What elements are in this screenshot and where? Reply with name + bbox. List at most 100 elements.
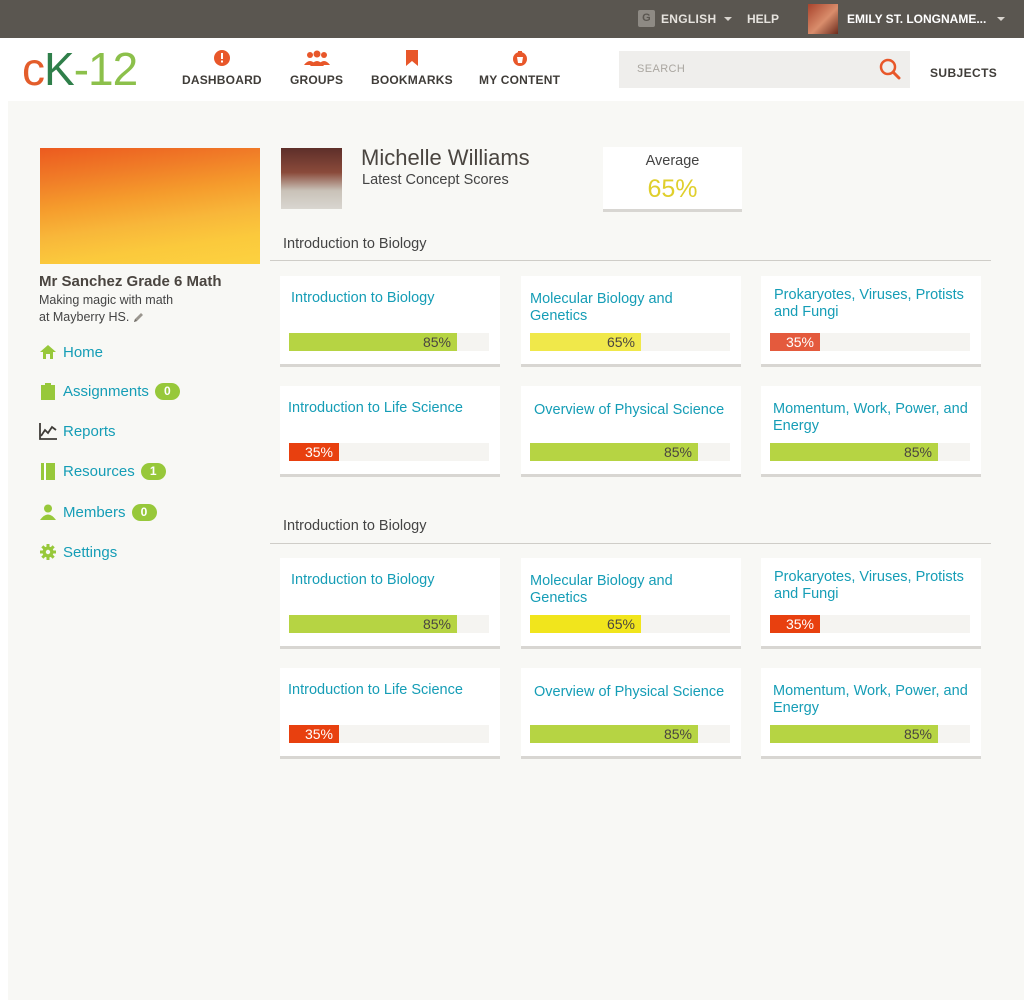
nav-my-content[interactable]: MY CONTENT [479,50,560,87]
score-bar-fill: 35% [770,615,820,633]
language-selector[interactable]: G ENGLISH [638,10,733,27]
concept-title[interactable]: Prokaryotes, Viruses, Protists and Fungi [774,287,974,321]
score-bar-track: 35% [289,443,489,461]
concept-card[interactable]: Prokaryotes, Viruses, Protists and Fungi… [761,558,981,649]
sidebar-item-resources[interactable]: Resources 1 [39,462,166,480]
translate-icon: G [638,10,655,27]
score-bar-fill: 35% [770,333,820,351]
score-percent: 85% [422,334,451,350]
concept-title[interactable]: Introduction to Life Science [288,400,488,417]
sidebar-item-assignments[interactable]: Assignments 0 [39,382,180,400]
concept-card[interactable]: Introduction to Biology 85% [280,558,500,649]
concept-card[interactable]: Momentum, Work, Power, and Energy 85% [761,668,981,759]
score-bar-fill: 35% [289,443,339,461]
score-percent: 85% [903,444,932,460]
bookmark-icon [405,50,418,66]
concept-card[interactable]: Overview of Physical Science 85% [521,668,741,759]
concept-title[interactable]: Momentum, Work, Power, and Energy [773,401,973,435]
score-bar-track: 85% [289,333,489,351]
concept-card[interactable]: Introduction to Biology 85% [280,276,500,367]
sidebar-item-label: Members [63,503,126,521]
section-title: Introduction to Biology [283,518,427,534]
sidebar-item-reports[interactable]: Reports [39,422,116,440]
top-utility-bar: G ENGLISH HELP EMILY ST. LONGNAME... [0,0,1024,38]
score-bar-track: 35% [289,725,489,743]
score-bar-fill: 65% [530,333,641,351]
search-box[interactable]: SEARCH [619,51,910,88]
pencil-icon[interactable] [132,311,145,324]
group-location: at Mayberry HS. [39,310,130,324]
score-bar-fill: 85% [770,443,938,461]
nav-dashboard[interactable]: DASHBOARD [182,50,262,87]
concept-title[interactable]: Molecular Biology and Genetics [530,291,730,325]
score-percent: 35% [785,616,814,632]
book-icon [41,462,55,480]
score-bar-track: 65% [530,615,730,633]
my-content-icon [512,51,527,66]
chart-icon [39,422,57,440]
concept-title[interactable]: Overview of Physical Science [534,402,734,419]
score-bar-track: 85% [770,725,970,743]
average-value: 65% [647,175,698,203]
sidebar-item-label: Settings [63,543,118,561]
score-percent: 35% [785,334,814,350]
score-percent: 85% [422,616,451,632]
help-link[interactable]: HELP [747,12,779,26]
avatar [808,4,838,34]
dashboard-icon [213,50,230,66]
sidebar-item-label: Resources [63,462,135,480]
concept-title[interactable]: Introduction to Biology [291,290,491,307]
concept-card[interactable]: Prokaryotes, Viruses, Protists and Fungi… [761,276,981,367]
average-score-card: Average 65% [603,147,742,212]
home-icon [40,345,56,359]
section-title: Introduction to Biology [283,236,427,252]
score-bar-track: 35% [770,333,970,351]
score-percent: 85% [663,726,692,742]
concept-title[interactable]: Molecular Biology and Genetics [530,573,730,607]
concept-title[interactable]: Introduction to Life Science [288,682,488,699]
concept-title[interactable]: Overview of Physical Science [534,684,734,701]
concept-card[interactable]: Molecular Biology and Genetics 65% [521,276,741,367]
concept-card[interactable]: Molecular Biology and Genetics 65% [521,558,741,649]
concept-card[interactable]: Momentum, Work, Power, and Energy 85% [761,386,981,477]
score-percent: 85% [663,444,692,460]
score-bar-track: 85% [530,443,730,461]
search-input[interactable]: SEARCH [637,63,685,75]
concept-card[interactable]: Introduction to Life Science 35% [280,668,500,759]
logo-k: K [44,43,75,95]
score-bar-track: 85% [289,615,489,633]
student-photo [281,148,342,209]
sidebar-item-label: Home [63,343,104,361]
sidebar-item-home[interactable]: Home [39,343,103,361]
subjects-link[interactable]: SUBJECTS [930,66,997,80]
concept-card[interactable]: Overview of Physical Science 85% [521,386,741,477]
chevron-down-icon [997,17,1006,21]
nav-groups[interactable]: GROUPS [290,50,343,87]
concept-title[interactable]: Prokaryotes, Viruses, Protists and Fungi [774,569,974,603]
chevron-down-icon [724,16,733,21]
groups-icon [303,50,330,66]
user-menu[interactable]: EMILY ST. LONGNAME... [808,4,1006,34]
score-bar-fill: 65% [530,615,641,633]
score-percent: 35% [304,726,333,742]
sidebar-item-settings[interactable]: Settings [39,543,117,561]
sidebar-item-label: Reports [63,422,116,440]
resources-count-badge: 1 [140,462,166,480]
concept-title[interactable]: Momentum, Work, Power, and Energy [773,683,973,717]
user-name: EMILY ST. LONGNAME... [847,12,987,26]
ck12-logo[interactable]: cK-12 [22,43,138,95]
score-bar-fill: 85% [289,615,457,633]
nav-bookmarks[interactable]: BOOKMARKS [371,50,453,87]
concept-title[interactable]: Introduction to Biology [291,572,491,589]
members-count-badge: 0 [131,503,157,521]
language-label: ENGLISH [661,11,717,26]
score-percent: 35% [304,444,333,460]
score-bar-fill: 85% [530,443,698,461]
sidebar-item-members[interactable]: Members 0 [39,503,157,521]
group-description-line2: at Mayberry HS. [39,309,173,326]
score-bar-fill: 85% [289,333,457,351]
concept-card[interactable]: Introduction to Life Science 35% [280,386,500,477]
person-icon [40,504,56,520]
score-bar-track: 85% [530,725,730,743]
search-icon[interactable] [879,58,901,80]
